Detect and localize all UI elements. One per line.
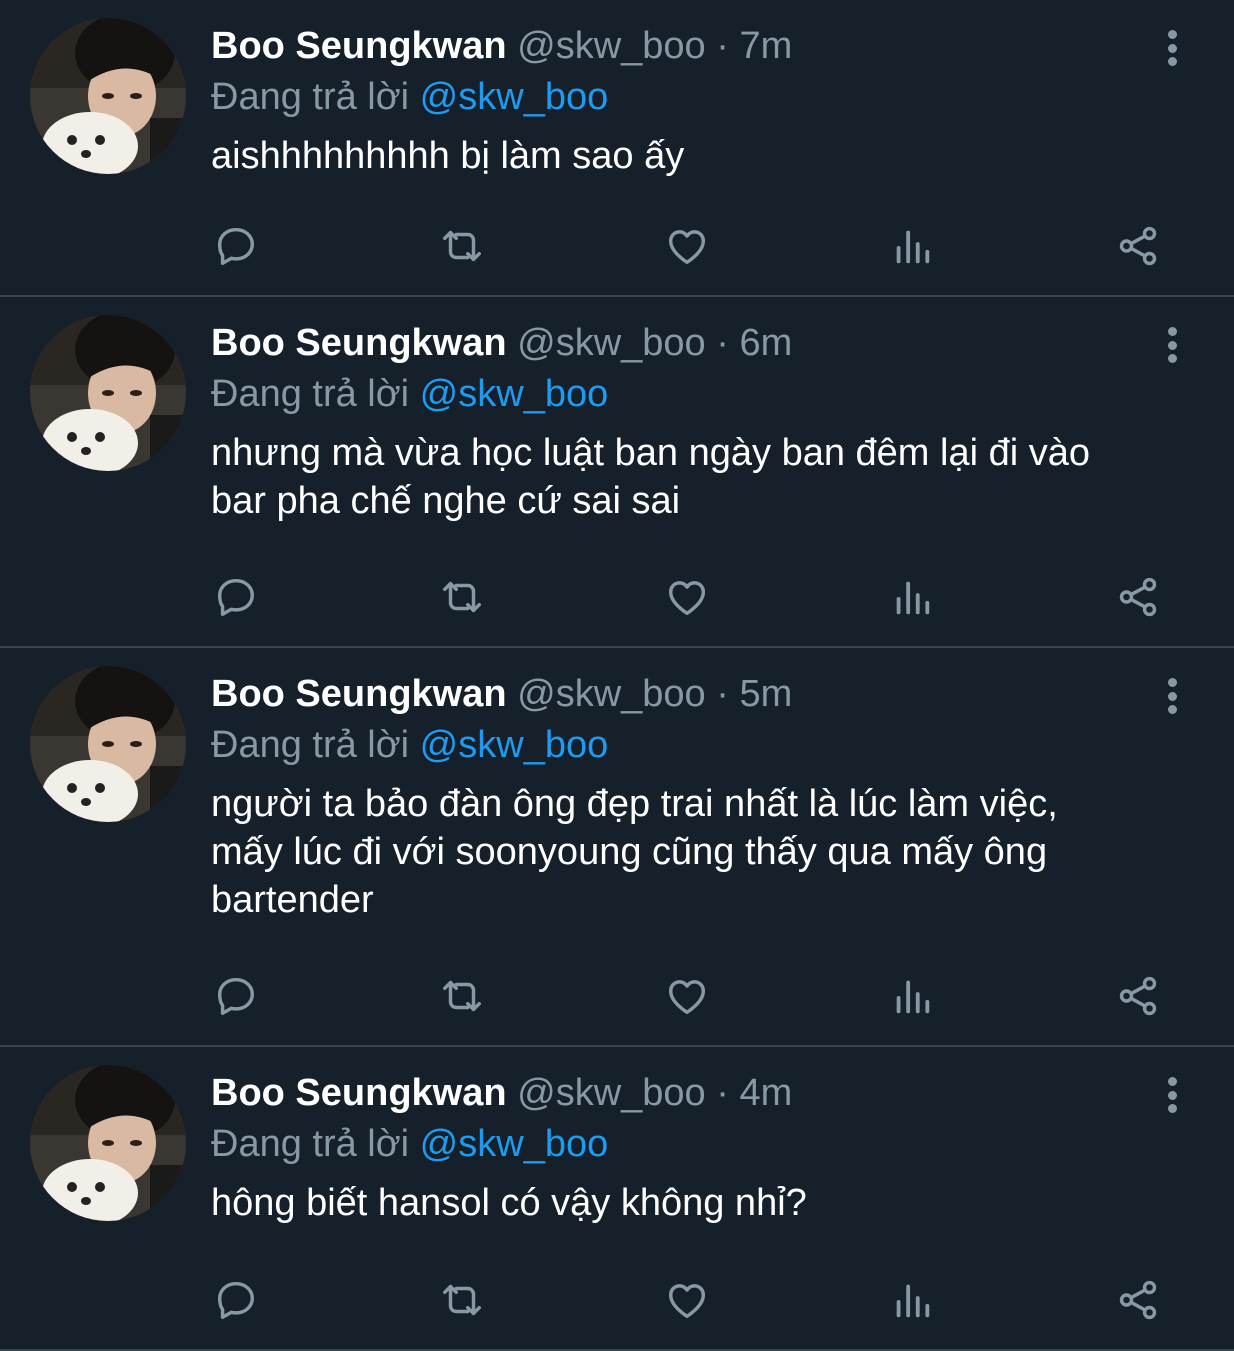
avatar[interactable] [30,315,186,471]
like-icon[interactable] [663,1275,711,1325]
reply-prefix: Đang trả lời [211,1123,410,1165]
reply-prefix: Đang trả lời [211,373,410,415]
timestamp[interactable]: 4m [739,1072,792,1114]
like-icon[interactable] [663,572,711,622]
more-icon[interactable] [1158,26,1186,70]
reply-context: Đang trả lời @skw_boo [211,70,1174,124]
author-handle[interactable]: @skw_boo [517,1072,706,1114]
author-handle[interactable]: @skw_boo [517,25,706,67]
like-icon[interactable] [663,971,711,1021]
separator-dot: · [716,25,729,67]
avatar[interactable] [30,666,186,822]
tweet-content: Boo Seungkwan @skw_boo · 4m Đang trả lời… [211,1069,1174,1227]
reply-prefix: Đang trả lời [211,76,410,118]
retweet-icon[interactable] [438,971,486,1021]
author-name[interactable]: Boo Seungkwan [211,673,507,715]
tweet-text: người ta bảo đàn ông đẹp trai nhất là lú… [211,783,1058,921]
reply-context: Đang trả lời @skw_boo [211,1117,1174,1171]
tweet[interactable]: Boo Seungkwan @skw_boo · 6m Đang trả lời… [0,297,1234,648]
avatar[interactable] [30,18,186,174]
reply-mention-link[interactable]: @skw_boo [420,724,609,766]
reply-icon[interactable] [212,572,260,622]
reply-icon[interactable] [212,221,260,271]
timestamp[interactable]: 6m [739,322,792,364]
author-handle[interactable]: @skw_boo [517,322,706,364]
share-icon[interactable] [1114,971,1162,1021]
more-icon[interactable] [1158,674,1186,718]
tweet[interactable]: Boo Seungkwan @skw_boo · 7m Đang trả lời… [0,0,1234,297]
reply-mention-link[interactable]: @skw_boo [420,373,609,415]
analytics-icon[interactable] [888,1275,936,1325]
tweet-header: Boo Seungkwan @skw_boo · 5m [211,670,1174,718]
tweet[interactable]: Boo Seungkwan @skw_boo · 5m Đang trả lời… [0,648,1234,1047]
analytics-icon[interactable] [888,971,936,1021]
reply-context: Đang trả lời @skw_boo [211,718,1174,772]
share-icon[interactable] [1114,572,1162,622]
more-icon[interactable] [1158,323,1186,367]
reply-context: Đang trả lời @skw_boo [211,367,1174,421]
retweet-icon[interactable] [438,572,486,622]
reply-mention-link[interactable]: @skw_boo [420,76,609,118]
reply-mention-link[interactable]: @skw_boo [420,1123,609,1165]
tweet-text: nhưng mà vừa học luật ban ngày ban đêm l… [211,432,1090,522]
reply-prefix: Đang trả lời [211,724,410,766]
author-handle[interactable]: @skw_boo [517,673,706,715]
tweet-header: Boo Seungkwan @skw_boo · 4m [211,1069,1174,1117]
share-icon[interactable] [1114,221,1162,271]
tweet-text: hông biết hansol có vậy không nhỉ? [211,1182,807,1224]
avatar[interactable] [30,1065,186,1221]
like-icon[interactable] [663,221,711,271]
timestamp[interactable]: 5m [739,673,792,715]
author-name[interactable]: Boo Seungkwan [211,25,507,67]
analytics-icon[interactable] [888,221,936,271]
tweet-actions [212,971,1162,1021]
separator-dot: · [716,673,729,715]
tweet-content: Boo Seungkwan @skw_boo · 7m Đang trả lời… [211,22,1174,180]
author-name[interactable]: Boo Seungkwan [211,322,507,364]
more-icon[interactable] [1158,1073,1186,1117]
reply-icon[interactable] [212,1275,260,1325]
separator-dot: · [716,322,729,364]
tweet-feed: Boo Seungkwan @skw_boo · 7m Đang trả lời… [0,0,1234,1351]
tweet[interactable]: Boo Seungkwan @skw_boo · 4m Đang trả lời… [0,1047,1234,1351]
tweet-actions [212,572,1162,622]
analytics-icon[interactable] [888,572,936,622]
tweet-actions [212,1275,1162,1325]
share-icon[interactable] [1114,1275,1162,1325]
tweet-header: Boo Seungkwan @skw_boo · 7m [211,22,1174,70]
retweet-icon[interactable] [438,221,486,271]
tweet-header: Boo Seungkwan @skw_boo · 6m [211,319,1174,367]
timestamp[interactable]: 7m [739,25,792,67]
tweet-content: Boo Seungkwan @skw_boo · 6m Đang trả lời… [211,319,1174,525]
tweet-content: Boo Seungkwan @skw_boo · 5m Đang trả lời… [211,670,1174,924]
tweet-actions [212,221,1162,271]
reply-icon[interactable] [212,971,260,1021]
tweet-text: aishhhhhhhhh bị làm sao ấy [211,135,685,177]
separator-dot: · [716,1072,729,1114]
author-name[interactable]: Boo Seungkwan [211,1072,507,1114]
retweet-icon[interactable] [438,1275,486,1325]
